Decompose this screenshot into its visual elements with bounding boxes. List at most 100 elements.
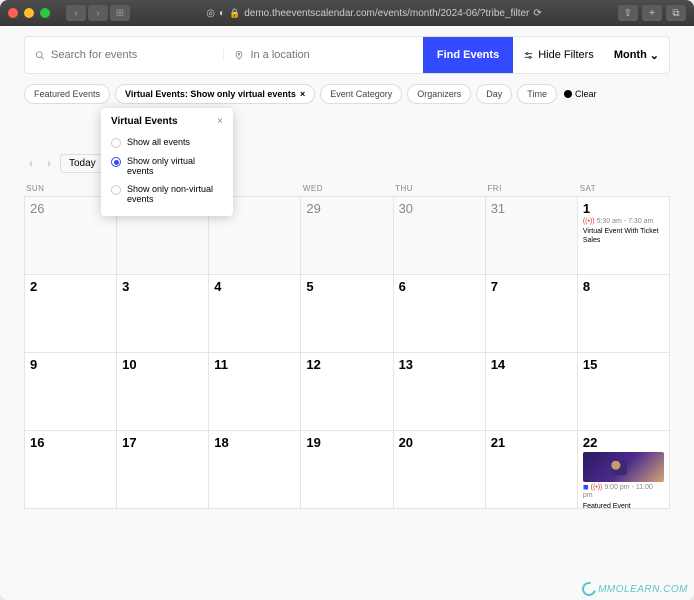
calendar-cell[interactable]: 13 [394,353,486,431]
titlebar: ‹ › ⊞ ◎ ◐ 🔒 demo.theeventscalendar.com/e… [0,0,694,26]
today-button[interactable]: Today [60,154,105,173]
radio-show-non-virtual[interactable]: Show only non-virtual events [111,180,223,208]
filter-day[interactable]: Day [476,84,512,104]
filter-virtual-events[interactable]: Virtual Events: Show only virtual events… [115,84,315,104]
virtual-events-popover: Virtual Events × Show all events Show onl… [101,108,233,216]
day-number: 20 [399,435,480,450]
window-max-icon[interactable] [40,8,50,18]
day-header: SAT [578,181,670,196]
day-number: 16 [30,435,111,450]
page-content: Find Events Hide Filters Month ⌄ Feature… [0,26,694,600]
event-thumbnail[interactable] [583,452,664,482]
radio-show-virtual[interactable]: Show only virtual events [111,152,223,180]
calendar-cell[interactable]: 6 [394,275,486,353]
nav-sidebar-icon[interactable]: ⊞ [110,5,130,21]
day-number: 7 [491,279,572,294]
day-number: 8 [583,279,664,294]
day-number: 1 [583,201,664,216]
calendar-cell[interactable]: 29 [301,197,393,275]
calendar-cell[interactable]: 30 [394,197,486,275]
event-title[interactable]: Virtual Event With Ticket Sales [583,228,664,245]
nav-fwd-icon[interactable]: › [88,5,108,21]
window-close-icon[interactable] [8,8,18,18]
calendar-cell[interactable]: 9 [25,353,117,431]
day-number: 15 [583,357,664,372]
calendar-cell[interactable]: 4 [209,275,301,353]
calendar-grid: 2627282930311((•)) 5:30 am - 7:30 amVirt… [24,196,670,509]
calendar-cell[interactable]: 16 [25,431,117,509]
radio-show-all[interactable]: Show all events [111,133,223,152]
share-icon[interactable]: ⇧ [618,5,638,21]
filter-time[interactable]: Time [517,84,557,104]
day-number: 17 [122,435,203,450]
calendar-cell[interactable]: 1 ((•)) 5:30 am - 7:30 am Virtual Event Wi… [578,197,670,275]
new-tab-icon[interactable]: + [642,5,662,21]
filter-event-category[interactable]: Event Category [320,84,402,104]
pin-icon [234,50,244,61]
day-number: 6 [399,279,480,294]
nav-back-icon[interactable]: ‹ [66,5,86,21]
calendar-cell[interactable]: 19 [301,431,393,509]
calendar-cell[interactable]: 18 [209,431,301,509]
calendar-cell[interactable]: 7 [486,275,578,353]
radio-icon [111,157,121,167]
view-selector[interactable]: Month ⌄ [604,49,669,62]
day-header: WED [301,181,393,196]
calendar-cell[interactable]: 15 [578,353,670,431]
remove-filter-icon[interactable]: × [300,89,305,99]
calendar-cell[interactable]: 5 [301,275,393,353]
calendar-cell[interactable]: 21 [486,431,578,509]
calendar-cell[interactable]: 8 [578,275,670,353]
filter-featured-events[interactable]: Featured Events [24,84,110,104]
window-min-icon[interactable] [24,8,34,18]
calendar-cell[interactable]: 20 [394,431,486,509]
radio-icon [111,138,121,148]
calendar-cell[interactable]: 2 [25,275,117,353]
day-number: 9 [30,357,111,372]
day-number: 21 [491,435,572,450]
calendar-cell[interactable]: 17 [117,431,209,509]
calendar-cell[interactable]: 22 ◼ ((•)) 9:00 pm - 11:00 pm Featured Eve… [578,431,670,509]
event-meta: ((•)) 5:30 am - 7:30 am [583,218,664,226]
calendar-cell[interactable]: 12 [301,353,393,431]
day-number: 29 [306,201,387,216]
filter-bar: Featured Events Virtual Events: Show onl… [24,84,670,104]
close-icon[interactable]: × [217,116,223,127]
filter-organizers[interactable]: Organizers [407,84,471,104]
calendar-cell[interactable]: 11 [209,353,301,431]
calendar-cell[interactable]: 3 [117,275,209,353]
search-location-input[interactable] [250,49,412,61]
search-bar: Find Events Hide Filters Month ⌄ [24,36,670,74]
day-number: 19 [306,435,387,450]
clear-filters[interactable]: Clear [564,89,597,99]
day-header: FRI [485,181,577,196]
url-bar[interactable]: ◎ ◐ 🔒 demo.theeventscalendar.com/events/… [136,8,612,19]
calendar-cell[interactable]: 10 [117,353,209,431]
search-icon [35,50,45,61]
chevron-down-icon: ⌄ [650,49,659,62]
tabs-icon[interactable]: ⧉ [666,5,686,21]
calendar-cell[interactable]: 31 [486,197,578,275]
shield-icon: ◎ [206,8,215,19]
prev-month-icon[interactable]: ‹ [24,158,38,170]
lock-icon: 🔒 [229,8,240,19]
calendar-cell[interactable]: 14 [486,353,578,431]
next-month-icon[interactable]: › [42,158,56,170]
event-meta: ◼ ((•)) 9:00 pm - 11:00 pm [583,484,664,501]
reader-icon: ◐ [219,8,225,19]
day-number: 5 [306,279,387,294]
day-number: 22 [583,435,664,450]
find-events-button[interactable]: Find Events [423,37,513,73]
day-number: 4 [214,279,295,294]
day-number: 30 [399,201,480,216]
day-number: 13 [399,357,480,372]
day-number: 11 [214,357,295,372]
popover-title: Virtual Events [111,116,178,127]
sliders-icon [523,50,534,61]
refresh-icon[interactable]: ⟳ [533,8,541,19]
hide-filters-button[interactable]: Hide Filters [513,49,604,61]
search-events-input[interactable] [51,49,213,61]
day-number: 12 [306,357,387,372]
logo-swirl-icon [580,579,599,598]
event-title[interactable]: Featured Event [583,503,664,509]
